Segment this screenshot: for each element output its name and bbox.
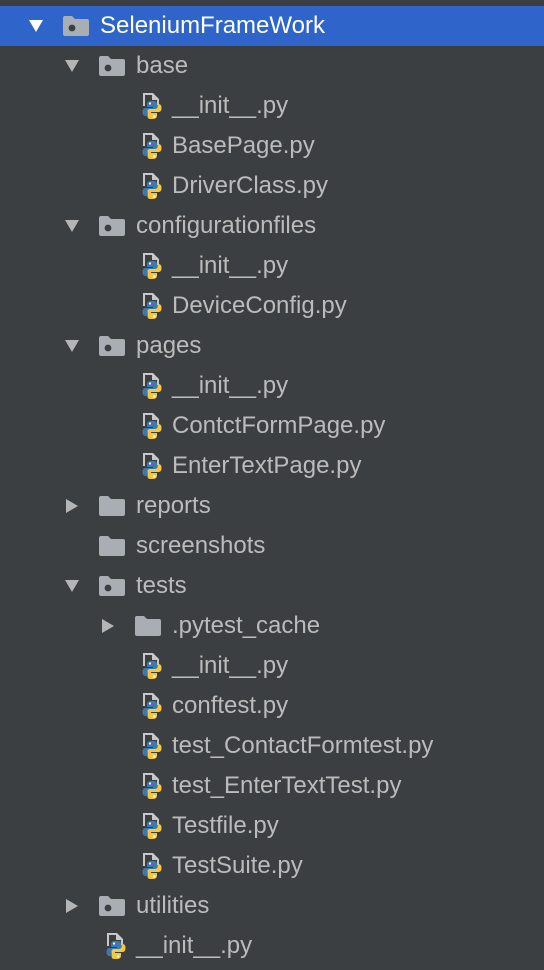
tree-item-reports[interactable]: reports [0,486,544,526]
tree-item-test-entertexttest-py[interactable]: test_EnterTextTest.py [0,766,544,806]
python-file-icon [138,292,166,320]
python-file-icon [138,372,166,400]
python-file-icon [138,452,166,480]
python-file-icon [102,932,130,960]
tree-item-init-py[interactable]: __init__.py [0,366,544,406]
python-file-icon [138,132,166,160]
tree-item-label: ContctFormPage.py [172,412,386,439]
tree-item-configurationfiles[interactable]: configurationfiles [0,206,544,246]
python-file-icon [138,172,166,200]
tree-item-label: TestSuite.py [172,852,303,879]
tree-item-label: SeleniumFrameWork [100,12,325,39]
tree-item-basepage-py[interactable]: BasePage.py [0,126,544,166]
python-file-icon [138,812,166,840]
package-folder-icon [62,15,90,37]
tree-item-label: tests [136,572,187,599]
tree-item-label: conftest.py [172,692,289,719]
python-file-icon [138,252,166,280]
tree-item-init-py[interactable]: __init__.py [0,246,544,286]
python-file-icon [138,852,166,880]
tree-item-label: __init__.py [172,372,289,399]
tree-item-label: DriverClass.py [172,172,329,199]
tree-item-label: __init__.py [136,932,253,959]
tree-item-label: configurationfiles [136,212,317,239]
project-tree[interactable]: SeleniumFrameWork base __init__.py BasePage… [0,6,544,966]
tree-item-pages[interactable]: pages [0,326,544,366]
tree-item-label: screenshots [136,532,266,559]
tree-item-label: __init__.py [172,252,289,279]
tree-item-screenshots[interactable]: screenshots [0,526,544,566]
folder-icon [98,535,126,557]
tree-item-deviceconfig-py[interactable]: DeviceConfig.py [0,286,544,326]
package-folder-icon [98,335,126,357]
collapsed-arrow-icon[interactable] [100,618,116,634]
tree-item-tests[interactable]: tests [0,566,544,606]
package-folder-icon [98,575,126,597]
tree-item-label: reports [136,492,211,519]
tree-item-label: DeviceConfig.py [172,292,347,319]
expanded-arrow-icon[interactable] [28,18,44,34]
package-folder-icon [98,215,126,237]
tree-item-conftest-py[interactable]: conftest.py [0,686,544,726]
python-file-icon [138,652,166,680]
tree-item-label: pages [136,332,202,359]
tree-item-driverclass-py[interactable]: DriverClass.py [0,166,544,206]
python-file-icon [138,772,166,800]
expanded-arrow-icon[interactable] [64,58,80,74]
tree-item-test-contactformtest-py[interactable]: test_ContactFormtest.py [0,726,544,766]
expanded-arrow-icon[interactable] [64,338,80,354]
tree-item-testsuite-py[interactable]: TestSuite.py [0,846,544,886]
expanded-arrow-icon[interactable] [64,578,80,594]
tree-item-label: BasePage.py [172,132,315,159]
tree-item-pytest-cache[interactable]: .pytest_cache [0,606,544,646]
tree-item-label: test_ContactFormtest.py [172,732,434,759]
tree-item-testfile-py[interactable]: Testfile.py [0,806,544,846]
tree-item-contctformpage-py[interactable]: ContctFormPage.py [0,406,544,446]
tree-item-label: __init__.py [172,92,289,119]
python-file-icon [138,92,166,120]
tree-item-label: EnterTextPage.py [172,452,362,479]
tree-item-label: __init__.py [172,652,289,679]
python-file-icon [138,692,166,720]
collapsed-arrow-icon[interactable] [64,898,80,914]
package-folder-icon [98,55,126,77]
folder-icon [134,615,162,637]
collapsed-arrow-icon[interactable] [64,498,80,514]
tree-item-init-py[interactable]: __init__.py [0,926,544,966]
tree-item-label: base [136,52,189,79]
python-file-icon [138,732,166,760]
package-folder-icon [98,895,126,917]
tree-item-label: test_EnterTextTest.py [172,772,402,799]
tree-item-label: Testfile.py [172,812,279,839]
tree-item-init-py[interactable]: __init__.py [0,86,544,126]
tree-item-base[interactable]: base [0,46,544,86]
tree-item-entertextpage-py[interactable]: EnterTextPage.py [0,446,544,486]
tree-item-init-py[interactable]: __init__.py [0,646,544,686]
python-file-icon [138,412,166,440]
tree-item-label: utilities [136,892,210,919]
folder-icon [98,495,126,517]
tree-item-utilities[interactable]: utilities [0,886,544,926]
expanded-arrow-icon[interactable] [64,218,80,234]
tree-item-seleniumframework[interactable]: SeleniumFrameWork [0,6,544,46]
tree-item-label: .pytest_cache [172,612,321,639]
